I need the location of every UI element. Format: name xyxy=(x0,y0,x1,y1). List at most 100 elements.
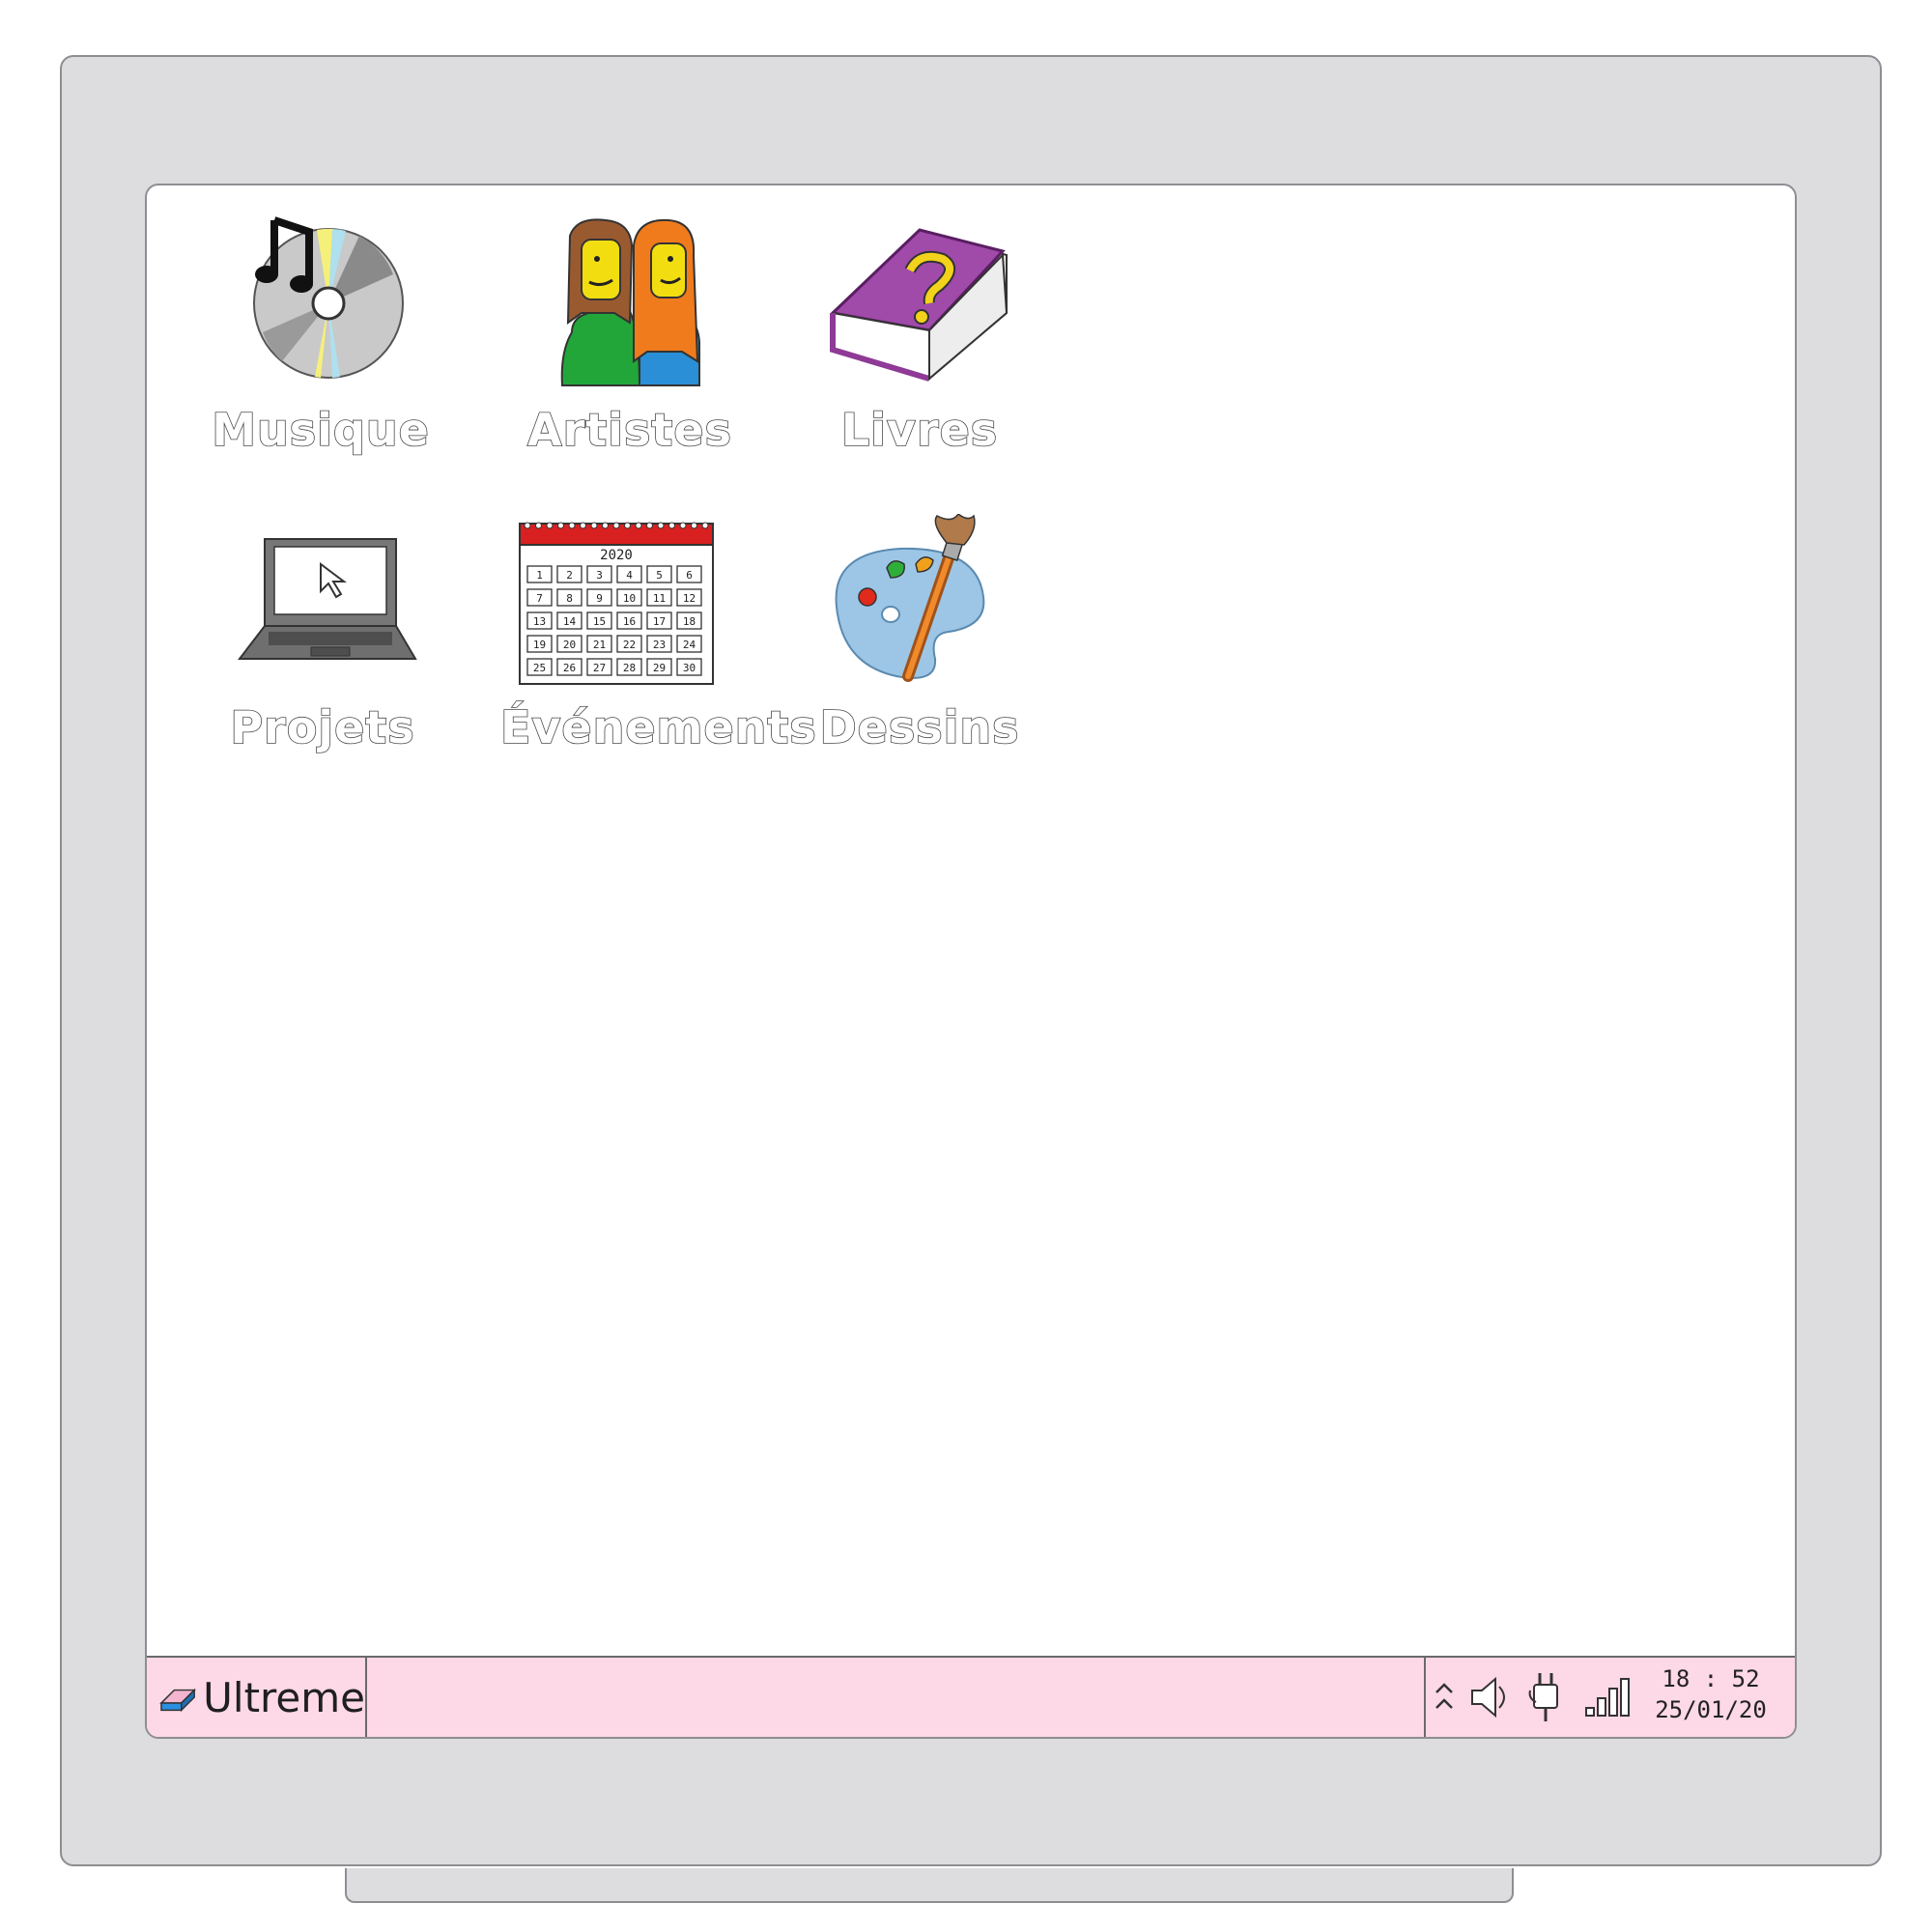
svg-text:15: 15 xyxy=(593,615,606,628)
desktop-icon-artistes[interactable]: Artistes xyxy=(514,216,746,497)
svg-text:27: 27 xyxy=(593,662,606,674)
calendar-day: 11 xyxy=(646,588,672,607)
calendar-day: 9 xyxy=(586,588,612,607)
svg-text:24: 24 xyxy=(683,639,696,651)
chevron-up-icon[interactable] xyxy=(1434,1679,1455,1718)
calendar-day: 20 xyxy=(556,635,582,653)
svg-text:16: 16 xyxy=(623,615,636,628)
clock-date: 25/01/20 xyxy=(1655,1696,1767,1723)
signal-bars-icon[interactable] xyxy=(1582,1675,1634,1719)
calendar-day: 27 xyxy=(586,658,612,676)
calendar-day: 2 xyxy=(556,565,582,583)
svg-text:6: 6 xyxy=(686,569,693,582)
calendar-day: 28 xyxy=(616,658,642,676)
calendar-day: 18 xyxy=(676,611,702,630)
desktop-icon-musique[interactable]: Musique xyxy=(205,216,437,497)
svg-text:23: 23 xyxy=(653,639,666,651)
svg-text:4: 4 xyxy=(626,569,633,582)
clock[interactable]: 18 : 52 25/01/20 xyxy=(1648,1663,1774,1725)
book-question-icon xyxy=(829,228,1009,382)
svg-text:30: 30 xyxy=(683,662,696,674)
calendar-ring xyxy=(524,522,531,529)
start-label: Ultreme xyxy=(203,1673,365,1721)
calendar-day: 23 xyxy=(646,635,672,653)
eraser-icon xyxy=(159,1688,196,1713)
svg-text:20: 20 xyxy=(563,639,576,651)
calendar-ring xyxy=(646,522,653,529)
calendar-day: 22 xyxy=(616,635,642,653)
svg-text:19: 19 xyxy=(533,639,546,651)
desktop-icon-evenements[interactable]: 2020 1 2 3 4 5 6 7 8 9 10 11 12 13 14 15 16 17 18 19 20 21 22… xyxy=(499,514,817,794)
svg-text:28: 28 xyxy=(623,662,636,674)
calendar-day: 17 xyxy=(646,611,672,630)
calendar-ring xyxy=(602,522,609,529)
calendar-ring xyxy=(612,522,620,529)
calendar-ring xyxy=(624,522,631,529)
desktop-icon-label: Projets xyxy=(230,700,415,754)
calendar-ring xyxy=(701,522,709,529)
calendar-day: 10 xyxy=(616,588,642,607)
calendar-ring xyxy=(568,522,576,529)
calendar-ring xyxy=(635,522,642,529)
calendar-day: 13 xyxy=(526,611,553,630)
calendar-day: 1 xyxy=(526,565,553,583)
svg-text:29: 29 xyxy=(653,662,666,674)
calendar-ring xyxy=(535,522,542,529)
paint-palette-icon xyxy=(835,514,985,682)
calendar-ring xyxy=(580,522,586,529)
speaker-icon[interactable] xyxy=(1466,1673,1511,1721)
power-plug-icon[interactable] xyxy=(1526,1669,1565,1725)
calendar-day: 21 xyxy=(586,635,612,653)
desktop-icon-label: Artistes xyxy=(526,403,732,457)
calendar-ring xyxy=(546,522,554,529)
desktop-icon-livres[interactable]: Livres xyxy=(804,216,1036,497)
svg-text:10: 10 xyxy=(623,592,636,605)
svg-text:14: 14 xyxy=(563,615,577,628)
calendar-day: 19 xyxy=(526,635,553,653)
calendar-day: 6 xyxy=(676,565,702,583)
calendar-ring xyxy=(668,522,675,529)
svg-text:5: 5 xyxy=(656,569,663,582)
calendar-day: 25 xyxy=(526,658,553,676)
calendar-day: 16 xyxy=(616,611,642,630)
calendar-ring xyxy=(691,522,697,529)
calendar-icon: 2020 1 2 3 4 5 67 8 9 10 11 1213 14 15 16 17 1819 20 21 22… xyxy=(519,522,714,685)
desktop-icon-label: Musique xyxy=(211,403,430,457)
svg-text:22: 22 xyxy=(623,639,636,651)
laptop-icon xyxy=(237,538,417,660)
svg-text:7: 7 xyxy=(536,592,543,605)
calendar-day: 26 xyxy=(556,658,582,676)
start-button[interactable]: Ultreme xyxy=(147,1658,367,1737)
taskbar: Ultreme 18: 52 25/01/20 xyxy=(147,1656,1795,1737)
svg-text:9: 9 xyxy=(596,592,603,605)
desktop-screen: Musique Artistes Livres Projets 2020 1 2… xyxy=(145,184,1797,1739)
calendar-day: 24 xyxy=(676,635,702,653)
calendar-year: 2020 xyxy=(600,548,633,563)
desktop-icon-projets[interactable]: Projets xyxy=(207,514,439,794)
calendar-day: 8 xyxy=(556,588,582,607)
svg-text:11: 11 xyxy=(653,592,666,605)
desktop-icon-label: Livres xyxy=(840,403,999,457)
calendar-day: 7 xyxy=(526,588,553,607)
svg-text:21: 21 xyxy=(593,639,606,651)
svg-text:26: 26 xyxy=(563,662,576,674)
monitor-stand xyxy=(345,1868,1514,1903)
svg-text:18: 18 xyxy=(683,615,696,628)
calendar-ring xyxy=(590,522,598,529)
svg-text:13: 13 xyxy=(533,615,546,628)
svg-text:25: 25 xyxy=(533,662,546,674)
svg-text:2: 2 xyxy=(566,569,573,582)
calendar-day: 5 xyxy=(646,565,672,583)
desktop-icon-dessins[interactable]: Dessins xyxy=(804,514,1036,794)
calendar-ring xyxy=(679,522,687,529)
desktop-icon-label: Dessins xyxy=(819,700,1020,754)
calendar-ring xyxy=(557,522,564,529)
calendar-day: 30 xyxy=(676,658,702,676)
calendar-day: 15 xyxy=(586,611,612,630)
calendar-day: 14 xyxy=(556,611,582,630)
svg-text:12: 12 xyxy=(683,592,696,605)
calendar-day: 4 xyxy=(616,565,642,583)
svg-text:8: 8 xyxy=(566,592,573,605)
svg-text:17: 17 xyxy=(653,615,666,628)
clock-time: 18 : 52 xyxy=(1662,1665,1760,1692)
